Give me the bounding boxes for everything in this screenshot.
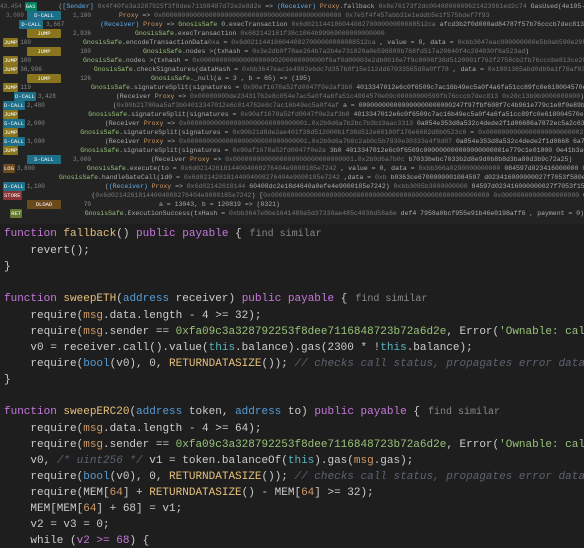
trace-row[interactable]: LOG3,800GnosisSafe.execute(to = 0x6d0214… <box>0 164 584 173</box>
trace-row[interactable]: STORE(0x6d02142618144004008276404e900018… <box>0 191 584 200</box>
find-similar-link[interactable]: find similar <box>250 229 322 240</box>
trace-row[interactable]: JUMPGnosisSafe.signatureSplit(signatures… <box>0 128 584 137</box>
trace-row[interactable]: 3,000D-CALL1,100Proxy => 0x0000000000000… <box>0 11 584 20</box>
decompiled-code: function fallback() public payable {find… <box>0 224 584 548</box>
trace-row[interactable]: JUMP2,936GnosisSafe.execTransaction 0x68… <box>0 29 584 38</box>
trace-row[interactable]: S-CALL3,000(Receiver Proxy => 0x00000000… <box>0 137 584 146</box>
trace-row[interactable]: DLOAD70a = 13043, b = 120819 => (8321) <box>0 200 584 209</box>
trace-row[interactable]: JUMP100GnosisSafe.encodeTransactionData0… <box>0 38 584 47</box>
trace-row[interactable]: D-CALL1,100((Receiver) Proxy => 0x6d0214… <box>0 182 584 191</box>
trace-row[interactable]: S-CALL3,000(Receiver Proxy => 0x00000000… <box>0 155 584 164</box>
find-similar-link[interactable]: find similar <box>428 407 500 418</box>
trace-row[interactable]: RETGnosisSafe.ExecutionSuccess(txHash = … <box>0 209 584 218</box>
call-trace: 43.454GAS([Sender] 0x4f40fe3a3287925f3f8… <box>0 0 584 224</box>
trace-row[interactable]: JUMP36,906GnosisSafe.checkSignatures(dat… <box>0 65 584 74</box>
trace-row[interactable]: JUMPGnosisSafe.signatureSplit(signatures… <box>0 110 584 119</box>
trace-row[interactable]: GnosisSafe.handleGateCall(id0 = 0x6d0214… <box>0 173 584 182</box>
trace-row[interactable]: D-CALL3,667(Receiver) Proxy => GnosisSaf… <box>0 20 584 29</box>
trace-row[interactable]: D-CALL3,428(Receiver Proxy => 0x00000000… <box>0 92 584 101</box>
trace-row[interactable]: D-CALL2,480(0x90b21780aa5af3b04013347012… <box>0 101 584 110</box>
trace-row[interactable]: S-CALL2,000(Receiver Proxy => 0x00000000… <box>0 119 584 128</box>
find-similar-link[interactable]: find similar <box>355 294 427 305</box>
trace-row[interactable]: JUMP100GnosisSafe.nodes >(txhash = 0x000… <box>0 56 584 65</box>
kw: function <box>4 228 63 240</box>
trace-row[interactable]: JUMPGnosisSafe.signatureSplit(signatures… <box>0 146 584 155</box>
trace-row[interactable]: 43.454GAS([Sender] 0x4f40fe3a3287925f3f8… <box>0 2 584 11</box>
trace-row[interactable]: JUMP126GnosisSafe._null(a = 3 , b = 65) … <box>0 74 584 83</box>
trace-row[interactable]: JUMP119GnosisSafe.signatureSplit(signatu… <box>0 83 584 92</box>
trace-row[interactable]: JUMP100GnosisSafe.nodes >(txhash = 0x3e2… <box>0 47 584 56</box>
